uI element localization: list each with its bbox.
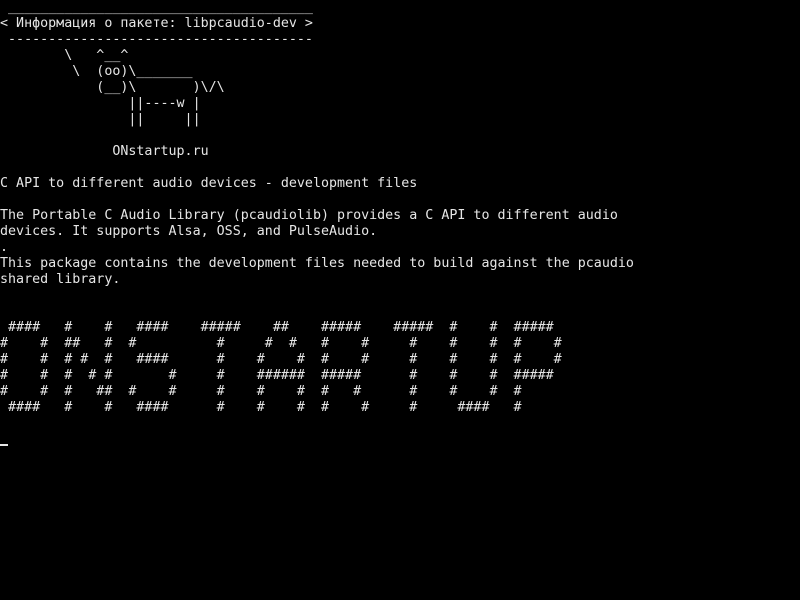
cow-ascii-line: (__)\ )\/\ [0,80,225,95]
cow-ascii-line: \ (oo)\_______ [0,64,193,79]
package-description-line: shared library. [0,272,121,287]
banner-ascii-line: # # # # # #### # # # # # # # # # # [0,352,562,367]
package-description-line: devices. It supports Alsa, OSS, and Puls… [0,224,378,239]
site-signature: ONstartup.ru [0,144,209,159]
speech-bubble-top-border: ______________________________________ [0,0,313,15]
cow-ascii-line: || || [0,112,201,127]
cow-ascii-line: ||----w | [0,96,201,111]
terminal-screen[interactable]: ______________________________________ <… [0,0,800,600]
package-description-line: . [0,240,9,255]
banner-ascii-line: # # # ## # # # # # # # # # # # [0,384,522,399]
package-description-line: This package contains the development fi… [0,256,634,271]
speech-bubble-text: < Информация о пакете: libpcaudio-dev > [0,16,313,31]
banner-ascii-line: # # ## # # # # # # # # # # # # [0,336,562,351]
cow-ascii-line: \ ^__^ [0,48,129,63]
banner-ascii-line: # # # # # # # ###### ##### # # # ##### [0,368,554,383]
text-cursor[interactable] [0,444,8,446]
banner-ascii-line: #### # # #### # # # # # # #### # [0,400,522,415]
banner-ascii-line: #### # # #### ##### ## ##### ##### # # #… [0,320,554,335]
speech-bubble-bottom-border: -------------------------------------- [0,32,313,47]
package-summary: C API to different audio devices - devel… [0,176,418,191]
package-description-line: The Portable C Audio Library (pcaudiolib… [0,208,618,223]
